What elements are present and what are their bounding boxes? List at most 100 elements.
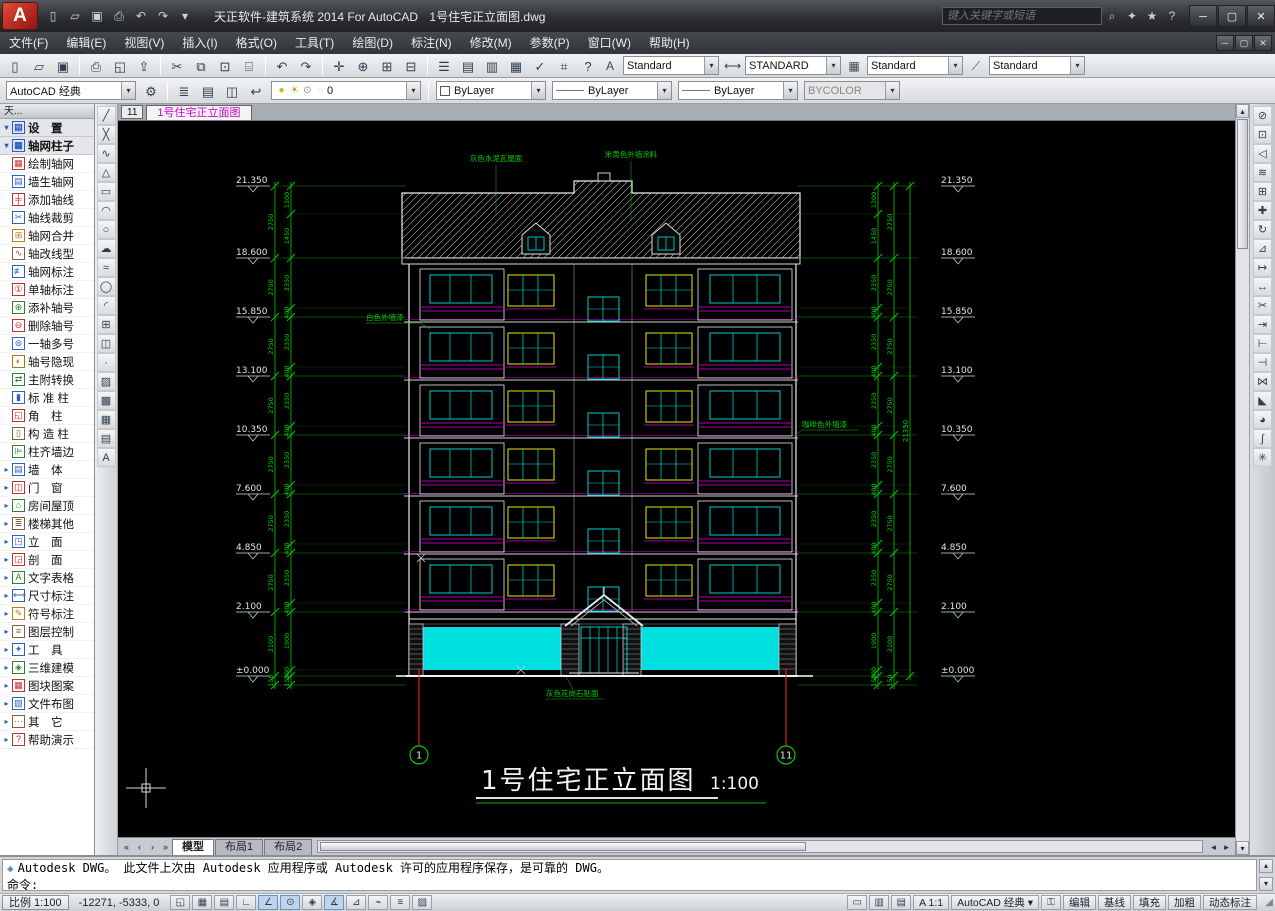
rectangle-button[interactable]: ▭ (96, 182, 116, 201)
infer-constraints-toggle[interactable]: ◱ (170, 895, 191, 910)
expand-arrow-icon[interactable]: ▸ (2, 537, 11, 546)
save-button[interactable]: ▣ (86, 6, 108, 26)
layer-combo[interactable]: ● ☀ ⊙ ■ 0 ▾ (271, 81, 421, 100)
palette-item-15[interactable]: ▮ 标 准 柱 (0, 389, 94, 407)
expand-arrow-icon[interactable]: ▸ (2, 483, 11, 492)
snap-toggle[interactable]: ▦ (192, 895, 213, 910)
region-button[interactable]: ▦ (96, 410, 116, 429)
arc-button[interactable]: ◠ (96, 201, 116, 220)
help-icon[interactable]: ? (1162, 9, 1182, 24)
favorites-icon[interactable]: ★ (1142, 9, 1162, 24)
trim-button[interactable]: ✂ (1253, 296, 1272, 315)
palette-item-8[interactable]: ≢ 轴网标注 (0, 263, 94, 281)
ui-lock-button[interactable]: ⚿ (1041, 895, 1061, 910)
search-input[interactable] (942, 7, 1102, 25)
lineweight-combo[interactable]: ——— ByLayer ▾ (678, 81, 798, 100)
polar-toggle[interactable]: ∠ (258, 895, 279, 910)
palette-item-12[interactable]: ⊜ 一轴多号 (0, 335, 94, 353)
quick-view-drawings-button[interactable]: ▤ (891, 895, 912, 910)
scroll-down-icon[interactable]: ▾ (1236, 841, 1249, 855)
grid-toggle[interactable]: ▤ (214, 895, 235, 910)
palette-item-5[interactable]: ✂ 轴线裁剪 (0, 209, 94, 227)
expand-arrow-icon[interactable]: ▸ (2, 465, 11, 474)
designcenter-button[interactable]: ▤ (457, 56, 479, 76)
palette-item-20[interactable]: ▸ ◫ 门 窗 (0, 479, 94, 497)
palette-item-31[interactable]: ▸ ▦ 图块图案 (0, 677, 94, 695)
search-icon[interactable]: ⌕ (1102, 9, 1122, 24)
color-combo[interactable]: ByLayer ▾ (436, 81, 546, 100)
collapse-arrow-icon[interactable]: ▾ (2, 123, 11, 132)
zoom-window-button[interactable]: ⊞ (376, 56, 398, 76)
model-space-viewport[interactable]: 1 11 21.350 21.350 18.600 18.600 15.850 15.850 1… (118, 121, 1235, 837)
ducs-toggle[interactable]: ⊿ (346, 895, 367, 910)
multiline-text-button[interactable]: A (96, 448, 116, 467)
palette-item-26[interactable]: ▸ ⟷ 尺寸标注 (0, 587, 94, 605)
stretch-button[interactable]: ↦ (1253, 258, 1272, 277)
sign-in-icon[interactable]: ✦ (1122, 9, 1142, 24)
doc-restore-button[interactable]: ▢ (1235, 35, 1253, 51)
dyn-toggle[interactable]: ⌁ (368, 895, 389, 910)
command-window[interactable]: ◈ Autodesk DWG。 此文件上次由 Autodesk 应用程序或 Aut… (0, 855, 1275, 893)
linetype-combo[interactable]: ——— ByLayer ▾ (552, 81, 672, 100)
transparency-toggle[interactable]: ▨ (412, 895, 433, 910)
chevron-down-icon[interactable]: ▾ (704, 57, 718, 74)
polygon-button[interactable]: △ (96, 163, 116, 182)
qnew-button[interactable]: ▯ (4, 56, 26, 76)
lengthen-button[interactable]: ↔ (1253, 277, 1272, 296)
quick-view-layouts-button[interactable]: ▥ (869, 895, 890, 910)
plot-preview-button[interactable]: ◱ (109, 56, 131, 76)
palette-item-9[interactable]: ① 单轴标注 (0, 281, 94, 299)
palette-item-19[interactable]: ▸ ▤ 墙 体 (0, 461, 94, 479)
command-prompt-line[interactable]: 命令: (7, 877, 1252, 890)
layer-previous-button[interactable]: ↩ (245, 81, 267, 101)
quickcalc-button[interactable]: ⌗ (553, 56, 575, 76)
cut-button[interactable]: ✂ (166, 56, 188, 76)
palette-item-22[interactable]: ▸ ≣ 楼梯其他 (0, 515, 94, 533)
vertical-scrollbar[interactable]: ▴ ▾ (1235, 104, 1249, 855)
minimize-button[interactable]: ─ (1189, 5, 1217, 27)
save-button[interactable]: ▣ (52, 56, 74, 76)
osnap-toggle[interactable]: ⊙ (280, 895, 301, 910)
expand-arrow-icon[interactable]: ▸ (2, 681, 11, 690)
chevron-down-icon[interactable]: ▾ (531, 82, 545, 99)
palette-item-14[interactable]: ⇄ 主附转换 (0, 371, 94, 389)
properties-button[interactable]: ☰ (433, 56, 455, 76)
palette-item-34[interactable]: ▸? 帮助演示 (0, 731, 94, 749)
expand-arrow-icon[interactable]: ▸ (2, 645, 11, 654)
menu-draw[interactable]: 绘图(D) (343, 32, 402, 54)
scale-control[interactable]: 比例 1:100 (2, 895, 69, 910)
scale-button[interactable]: ⊿ (1253, 239, 1272, 258)
expand-arrow-icon[interactable]: ▸ (2, 573, 11, 582)
line-button[interactable]: ╱ (96, 106, 116, 125)
insert-block-button[interactable]: ⊞ (96, 315, 116, 334)
match-properties-button[interactable]: ⌸ (238, 56, 260, 76)
coordinates-readout[interactable]: -12271, -5333, 0 (79, 897, 160, 909)
fillet-button[interactable]: ◕ (1253, 410, 1272, 429)
scroll-right-icon[interactable]: ▸ (1220, 839, 1233, 855)
workspace-combo[interactable]: AutoCAD 经典 ▾ (6, 81, 136, 100)
palette-item-6[interactable]: ⊞ 轴网合并 (0, 227, 94, 245)
layout-tab-nav-2[interactable]: › (146, 839, 159, 855)
open-button[interactable]: ▱ (64, 6, 86, 26)
chevron-down-icon[interactable]: ▾ (948, 57, 962, 74)
table-style-combo[interactable]: Standard ▾ (867, 56, 963, 75)
ellipse-arc-button[interactable]: ◜ (96, 296, 116, 315)
gradient-button[interactable]: ▩ (96, 391, 116, 410)
array-button[interactable]: ⊞ (1253, 182, 1272, 201)
menu-window[interactable]: 窗口(W) (579, 32, 640, 54)
move-button[interactable]: ✚ (1253, 201, 1272, 220)
menu-dimension[interactable]: 标注(N) (402, 32, 461, 54)
layout-tab-layout1[interactable]: 布局1 (215, 838, 264, 855)
mleader-style-combo[interactable]: Standard ▾ (989, 56, 1085, 75)
palette-item-28[interactable]: ▸ ≡ 图层控制 (0, 623, 94, 641)
publish-button[interactable]: ⇪ (133, 56, 155, 76)
text-style-combo[interactable]: Standard ▾ (623, 56, 719, 75)
dim-style-combo[interactable]: STANDARD ▾ (745, 56, 841, 75)
redo-button[interactable]: ↷ (152, 6, 174, 26)
pan-button[interactable]: ✛ (328, 56, 350, 76)
drawing-tab[interactable]: 1号住宅正立面图 (146, 105, 252, 120)
cmd-scroll-down-icon[interactable]: ▾ (1259, 877, 1273, 891)
expand-arrow-icon[interactable]: ▸ (2, 519, 11, 528)
palette-item-3[interactable]: ▤ 墙生轴网 (0, 173, 94, 191)
palette-item-17[interactable]: ▯ 构 造 柱 (0, 425, 94, 443)
